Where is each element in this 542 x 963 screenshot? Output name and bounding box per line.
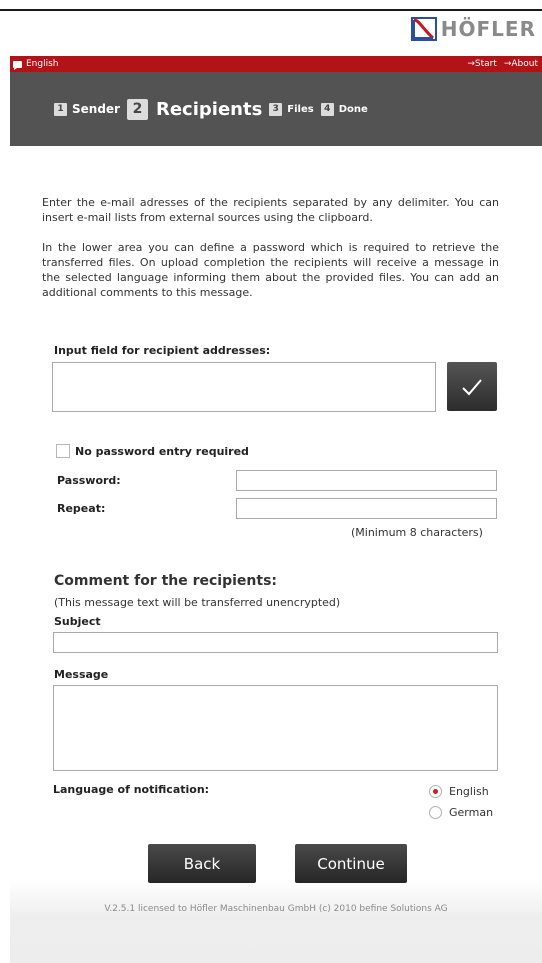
step-number: 2 — [126, 98, 148, 120]
wizard-steps: 1 Sender 2 Recipients 3 Files 4 Done — [10, 72, 542, 146]
intro-paragraph-2: In the lower area you can define a passw… — [42, 241, 499, 299]
back-button[interactable]: Back — [148, 844, 256, 883]
no-password-label: No password entry required — [75, 445, 249, 458]
password-hint: (Minimum 8 characters) — [351, 526, 483, 539]
step-label: Recipients — [155, 98, 263, 120]
brand-logo: HÖFLER — [410, 16, 536, 42]
step-files[interactable]: 3 Files — [269, 102, 314, 116]
checkmark-icon — [462, 378, 482, 395]
hofler-logo-icon — [410, 17, 437, 41]
continue-button[interactable]: Continue — [295, 844, 407, 883]
step-label: Sender — [72, 102, 120, 116]
validate-recipients-button[interactable] — [447, 362, 497, 411]
recipients-label: Input field for recipient addresses: — [54, 344, 271, 357]
step-number: 1 — [54, 102, 67, 116]
top-nav-bar: English →Start →About — [10, 56, 542, 72]
password-label: Password: — [57, 474, 121, 487]
comment-heading: Comment for the recipients: — [54, 573, 278, 589]
intro-paragraph-1: Enter the e-mail adresses of the recipie… — [42, 196, 499, 224]
english-radio-label: English — [449, 785, 489, 798]
language-switch[interactable]: English — [13, 59, 59, 70]
repeat-password-input[interactable] — [236, 498, 497, 519]
step-label: Done — [338, 103, 368, 115]
footer-version: V.2.5.1 licensed to Höfler Maschinenbau … — [104, 904, 448, 914]
start-link[interactable]: →Start — [467, 59, 497, 69]
subject-label: Subject — [54, 615, 101, 628]
brand-name: HÖFLER — [440, 17, 536, 41]
german-radio-label: German — [449, 806, 494, 819]
message-label: Message — [54, 668, 109, 681]
german-radio[interactable] — [429, 806, 442, 819]
step-recipients[interactable]: 2 Recipients — [126, 98, 263, 120]
top-divider — [0, 9, 542, 11]
repeat-label: Repeat: — [57, 502, 106, 515]
unencrypted-note: (This message text will be transferred u… — [54, 596, 341, 609]
speech-bubble-icon — [13, 60, 22, 70]
step-label: Files — [287, 103, 314, 115]
step-number: 4 — [320, 102, 334, 116]
step-sender[interactable]: 1 Sender — [54, 102, 120, 116]
recipients-input[interactable] — [52, 362, 436, 412]
no-password-checkbox[interactable] — [56, 444, 70, 458]
step-done[interactable]: 4 Done — [320, 102, 368, 116]
about-link[interactable]: →About — [504, 59, 538, 69]
language-label: English — [26, 59, 59, 69]
message-input[interactable] — [53, 685, 498, 771]
language-notification-label: Language of notification: — [53, 783, 210, 796]
password-input[interactable] — [236, 470, 497, 491]
subject-input[interactable] — [53, 632, 498, 653]
english-radio[interactable] — [429, 785, 442, 798]
step-number: 3 — [269, 102, 283, 116]
footer-background — [10, 880, 542, 963]
